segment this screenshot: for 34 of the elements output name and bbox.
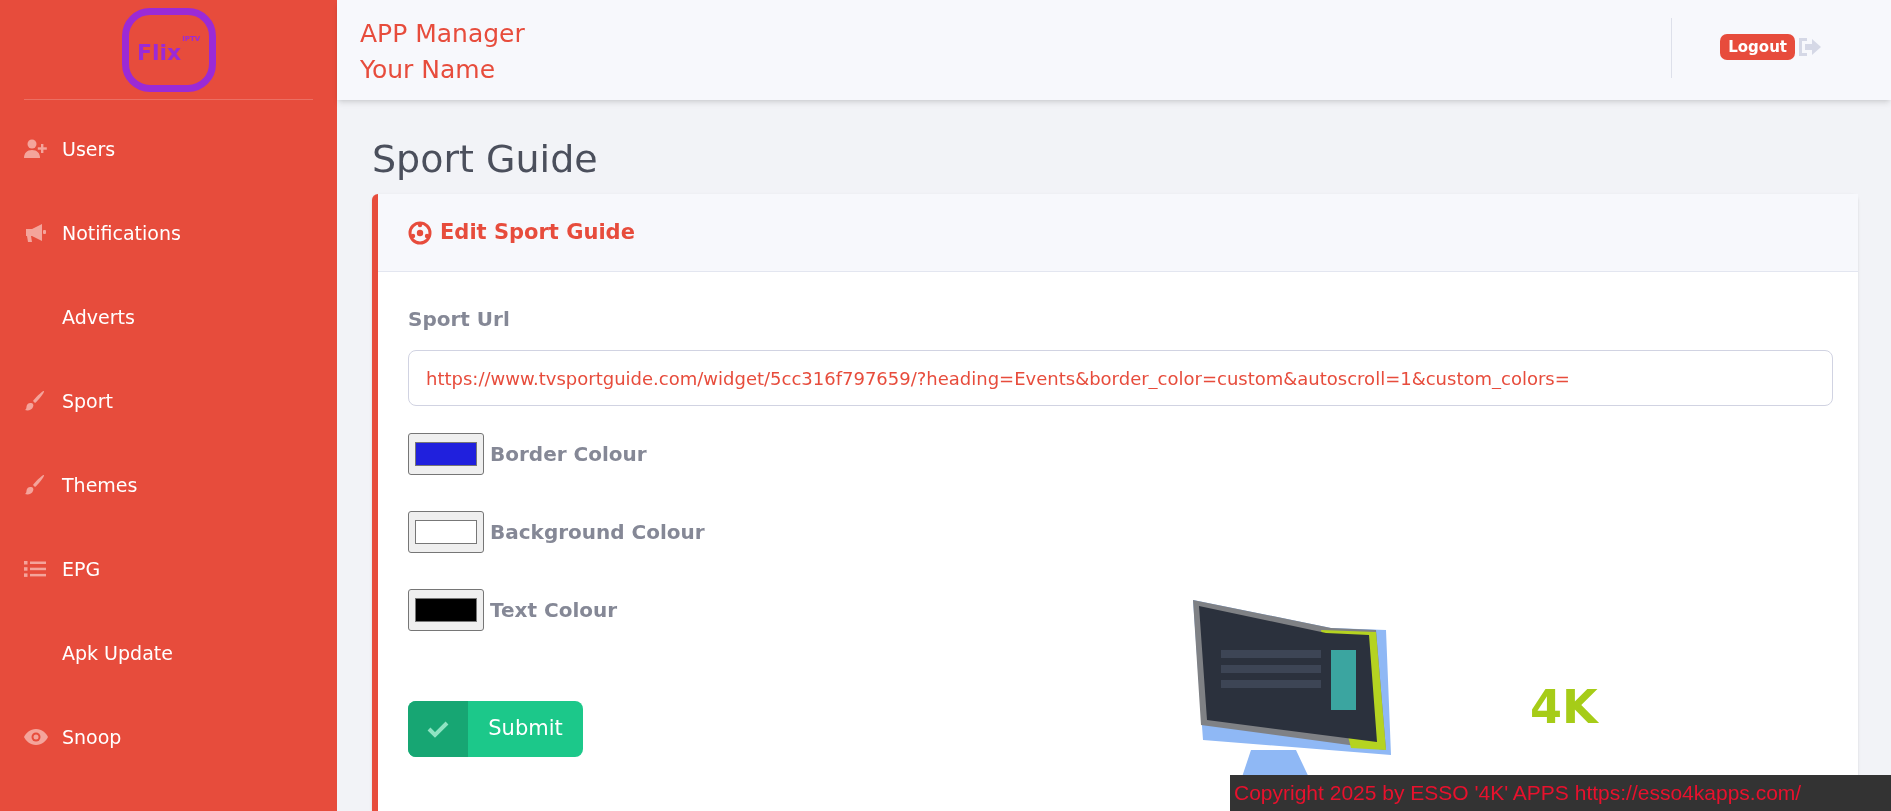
color-picker[interactable] bbox=[408, 511, 484, 553]
sidebar-item[interactable]: Themes bbox=[0, 443, 337, 527]
submit-button[interactable]: Submit bbox=[408, 701, 583, 757]
soccer-ball-icon bbox=[408, 220, 432, 245]
user-add-icon bbox=[24, 139, 48, 159]
sidebar-item[interactable]: Notifications bbox=[0, 191, 337, 275]
logo-text: Flix bbox=[136, 41, 182, 64]
url-field[interactable]: https://www.tvsportguide.com/widget/5cc316f797659/?heading=Events&border_color=custom&autoscroll=1&custom_colors= bbox=[408, 350, 1833, 406]
logout-button[interactable]: Logout bbox=[1720, 33, 1795, 61]
sidebar-item[interactable]: Adverts bbox=[0, 275, 337, 359]
sidebar-item[interactable]: Snoop bbox=[0, 695, 337, 779]
page-title: Sport Guide bbox=[372, 136, 599, 183]
checkmark-icon bbox=[427, 720, 449, 738]
paintbrush-icon bbox=[24, 390, 46, 412]
color-picker[interactable] bbox=[408, 589, 484, 631]
logout-icon bbox=[1799, 38, 1821, 56]
sidebar-item[interactable]: Apk Update bbox=[0, 611, 337, 695]
promo-text: 4K bbox=[1530, 684, 1598, 730]
field-label: Sport Url bbox=[408, 306, 511, 333]
color-label: Background Colour bbox=[490, 519, 705, 546]
copyright-footer: Copyright 2025 by ESSO '4K' APPS https://esso4kapps.com/ bbox=[1230, 775, 1891, 811]
eye-icon bbox=[24, 729, 48, 745]
color-label: Border Colour bbox=[490, 441, 647, 468]
card-title: Edit Sport Guide bbox=[440, 218, 635, 246]
paintbrush-icon bbox=[24, 474, 46, 496]
sidebar-item[interactable]: Sport bbox=[0, 359, 337, 443]
sidebar-item[interactable]: Users bbox=[0, 107, 337, 191]
user-name: Your Name bbox=[360, 54, 497, 86]
color-label: Text Colour bbox=[490, 597, 618, 624]
color-picker[interactable] bbox=[408, 433, 484, 475]
megaphone-icon bbox=[24, 223, 48, 243]
sidebar-item[interactable]: EPG bbox=[0, 527, 337, 611]
list-icon bbox=[24, 560, 46, 578]
app-title: APP Manager bbox=[360, 18, 525, 50]
